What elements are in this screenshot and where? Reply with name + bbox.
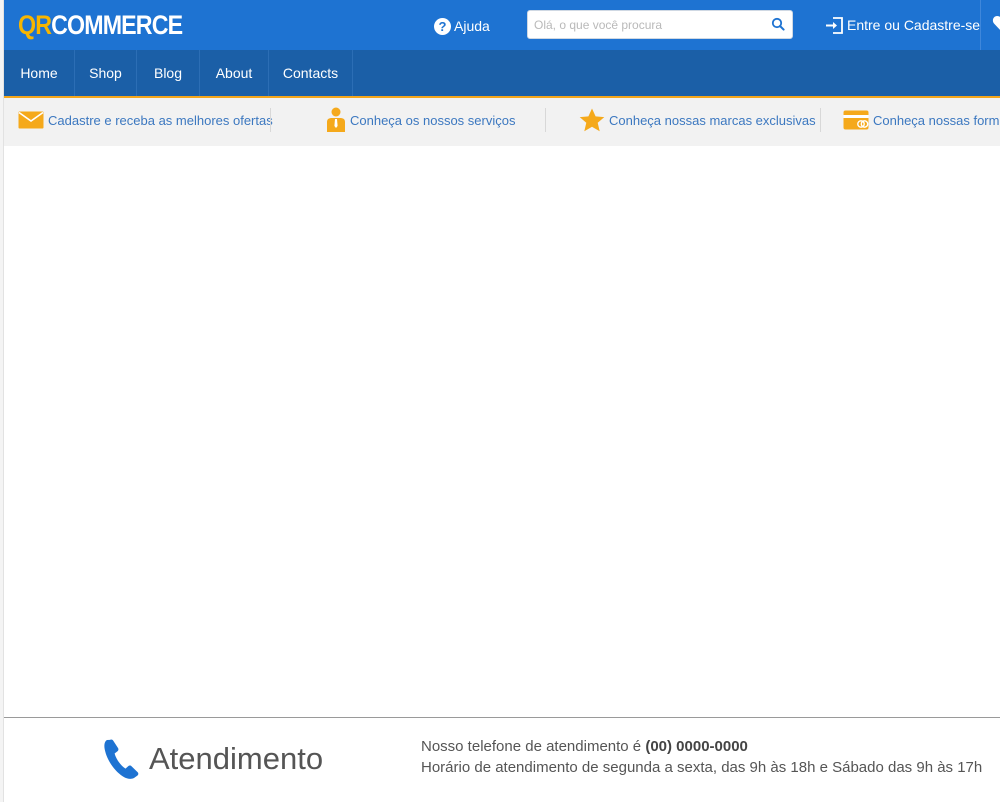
logo-qr: QR	[18, 10, 52, 40]
phone-prefix: Nosso telefone de atendimento é	[421, 738, 646, 755]
attendance-heading: Atendimento	[103, 737, 323, 781]
main-nav: Home Shop Blog About Contacts	[4, 50, 1000, 98]
question-icon: ?	[434, 17, 451, 35]
nav-home[interactable]: Home	[4, 50, 75, 96]
help-link[interactable]: ? Ajuda	[434, 16, 490, 36]
phone-icon	[104, 739, 139, 779]
envelope-icon	[18, 111, 44, 129]
top-header: QRCOMMERCE ? Ajuda Entre ou Cadastre-se	[4, 0, 1000, 50]
login-label: Entre ou Cadastre-se	[847, 17, 981, 33]
phone-line: Nosso telefone de atendimento é (00) 000…	[421, 736, 982, 757]
benefit-payment-label: Conheça nossas forma	[873, 112, 1000, 128]
nav-blog[interactable]: Blog	[137, 50, 200, 96]
search-input[interactable]	[528, 11, 764, 38]
contact-info: Nosso telefone de atendimento é (00) 000…	[421, 736, 982, 778]
benefits-bar: Cadastre e receba as melhores ofertas Co…	[4, 98, 1000, 146]
help-label: Ajuda	[454, 18, 490, 34]
login-link[interactable]: Entre ou Cadastre-se	[825, 15, 980, 35]
logo-commerce: COMMERCE	[51, 10, 183, 40]
benefit-brands-label: Conheça nossas marcas exclusivas	[609, 112, 816, 128]
benefit-brands[interactable]: Conheça nossas marcas exclusivas	[579, 98, 816, 142]
benefit-offers-label: Cadastre e receba as melhores ofertas	[48, 112, 273, 128]
benefit-separator	[820, 108, 821, 132]
footer-divider	[4, 717, 1000, 718]
star-icon	[579, 108, 605, 132]
benefit-services-label: Conheça os nossos serviços	[350, 112, 516, 128]
phone-number: (00) 0000-0000	[645, 738, 748, 755]
benefit-separator	[545, 108, 546, 132]
card-icon	[843, 110, 869, 130]
search-box	[527, 10, 793, 39]
benefit-offers[interactable]: Cadastre e receba as melhores ofertas	[18, 98, 273, 142]
nav-shop[interactable]: Shop	[75, 50, 137, 96]
benefit-separator	[270, 108, 271, 132]
sign-in-icon	[826, 16, 843, 34]
attendance-title: Atendimento	[149, 741, 324, 776]
header-divider	[980, 0, 981, 50]
logo[interactable]: QRCOMMERCE	[18, 9, 183, 41]
benefit-services[interactable]: Conheça os nossos serviços	[326, 98, 515, 142]
hours-line: Horário de atendimento de segunda a sext…	[421, 759, 983, 776]
nav-contacts[interactable]: Contacts	[269, 50, 353, 96]
nav-about[interactable]: About	[200, 50, 269, 96]
person-icon	[327, 107, 345, 132]
search-icon[interactable]	[771, 17, 785, 31]
heart-icon[interactable]	[992, 14, 1000, 34]
benefit-payment[interactable]: Conheça nossas forma	[843, 98, 1000, 142]
